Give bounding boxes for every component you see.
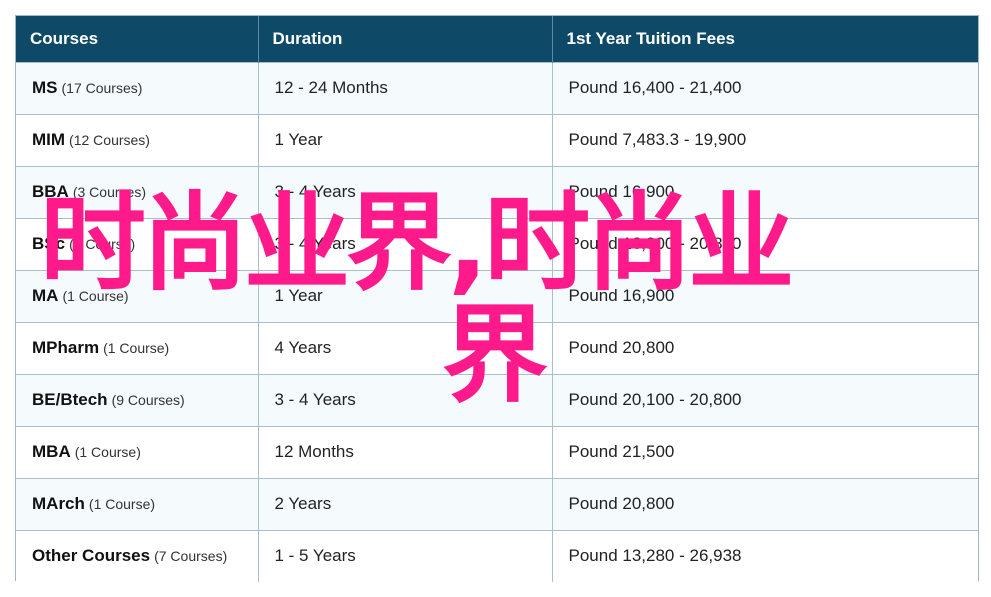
fees-cell: Pound 16,900	[552, 165, 978, 218]
course-cell: BSc (1 Course)	[16, 217, 259, 270]
course-name-link[interactable]: BBA	[32, 182, 69, 201]
duration-cell: 3 - 4 Years	[258, 373, 553, 426]
duration-cell: 3 - 4 Years	[258, 217, 553, 270]
duration-cell: 4 Years	[258, 321, 553, 374]
fees-cell: Pound 16,900 - 20,800	[552, 217, 978, 270]
course-count: (17 Courses)	[61, 80, 143, 96]
table-row: MPharm (1 Course) 4 Years Pound 20,800	[16, 321, 978, 374]
course-cell: MIM (12 Courses)	[16, 113, 259, 166]
course-count: (1 Course)	[88, 496, 156, 512]
course-count: (9 Courses)	[111, 392, 185, 408]
table-row: BBA (3 Courses) 3 - 4 Years Pound 16,900	[16, 165, 978, 218]
fees-cell: Pound 20,800	[552, 477, 978, 530]
header-fees: 1st Year Tuition Fees	[552, 16, 978, 62]
course-count: (3 Courses)	[72, 184, 146, 200]
course-count: (7 Courses)	[154, 548, 228, 565]
duration-cell: 12 Months	[258, 425, 553, 478]
course-count: (1 Course)	[103, 340, 170, 356]
course-name-link[interactable]: MS	[32, 78, 58, 97]
course-cell: BE/Btech (9 Courses)	[16, 373, 259, 426]
course-name-link[interactable]: MArch	[32, 494, 85, 513]
course-cell: MA (1 Course)	[16, 269, 259, 322]
course-count: (12 Courses)	[69, 132, 150, 148]
duration-cell: 12 - 24 Months	[258, 61, 553, 114]
table-row: BE/Btech (9 Courses) 3 - 4 Years Pound 20…	[16, 373, 978, 426]
course-cell: MPharm (1 Course)	[16, 321, 259, 374]
course-name-link[interactable]: Other Courses	[32, 546, 150, 565]
tuition-table-container: Courses Duration 1st Year Tuition Fees M…	[15, 15, 979, 582]
duration-cell: 1 Year	[258, 269, 553, 322]
table-row: MBA (1 Course) 12 Months Pound 21,500	[16, 425, 978, 478]
course-cell: MBA (1 Course)	[16, 425, 259, 478]
course-cell: MS (17 Courses)	[16, 61, 259, 114]
duration-cell: 3 - 4 Years	[258, 165, 553, 218]
course-name-link[interactable]: BSc	[32, 234, 65, 253]
table-row: MA (1 Course) 1 Year Pound 16,900	[16, 269, 978, 322]
fees-cell: Pound 21,500	[552, 425, 978, 478]
course-name-link[interactable]: BE/Btech	[32, 390, 108, 409]
course-cell: BBA (3 Courses)	[16, 165, 259, 218]
course-cell: MArch (1 Course)	[16, 477, 259, 530]
course-name-link[interactable]: MBA	[32, 442, 71, 461]
course-count: (1 Course)	[62, 288, 129, 304]
course-name-link[interactable]: MA	[32, 286, 58, 305]
header-courses: Courses	[16, 16, 259, 62]
fees-cell: Pound 13,280 - 26,938	[552, 529, 978, 582]
table-row: MS (17 Courses) 12 - 24 Months Pound 16,4…	[16, 61, 978, 114]
course-name-link[interactable]: MPharm	[32, 338, 99, 357]
course-cell: Other Courses (7 Courses)	[16, 529, 259, 582]
table-row: Other Courses (7 Courses) 1 - 5 Years Pou…	[16, 529, 978, 582]
fees-cell: Pound 20,100 - 20,800	[552, 373, 978, 426]
header-duration: Duration	[258, 16, 553, 62]
table-row: MArch (1 Course) 2 Years Pound 20,800	[16, 477, 978, 530]
duration-cell: 2 Years	[258, 477, 553, 530]
course-count: (1 Course)	[69, 236, 136, 252]
fees-cell: Pound 20,800	[552, 321, 978, 374]
tuition-table: Courses Duration 1st Year Tuition Fees M…	[16, 16, 978, 582]
fees-cell: Pound 7,483.3 - 19,900	[552, 113, 978, 166]
table-row: MIM (12 Courses) 1 Year Pound 7,483.3 - 1…	[16, 113, 978, 166]
course-count: (1 Course)	[74, 444, 141, 460]
table-row: BSc (1 Course) 3 - 4 Years Pound 16,900 -…	[16, 217, 978, 270]
course-name-link[interactable]: MIM	[32, 130, 65, 149]
duration-cell: 1 - 5 Years	[258, 529, 553, 582]
table-header-row: Courses Duration 1st Year Tuition Fees	[16, 16, 978, 62]
fees-cell: Pound 16,400 - 21,400	[552, 61, 978, 114]
fees-cell: Pound 16,900	[552, 269, 978, 322]
duration-cell: 1 Year	[258, 113, 553, 166]
